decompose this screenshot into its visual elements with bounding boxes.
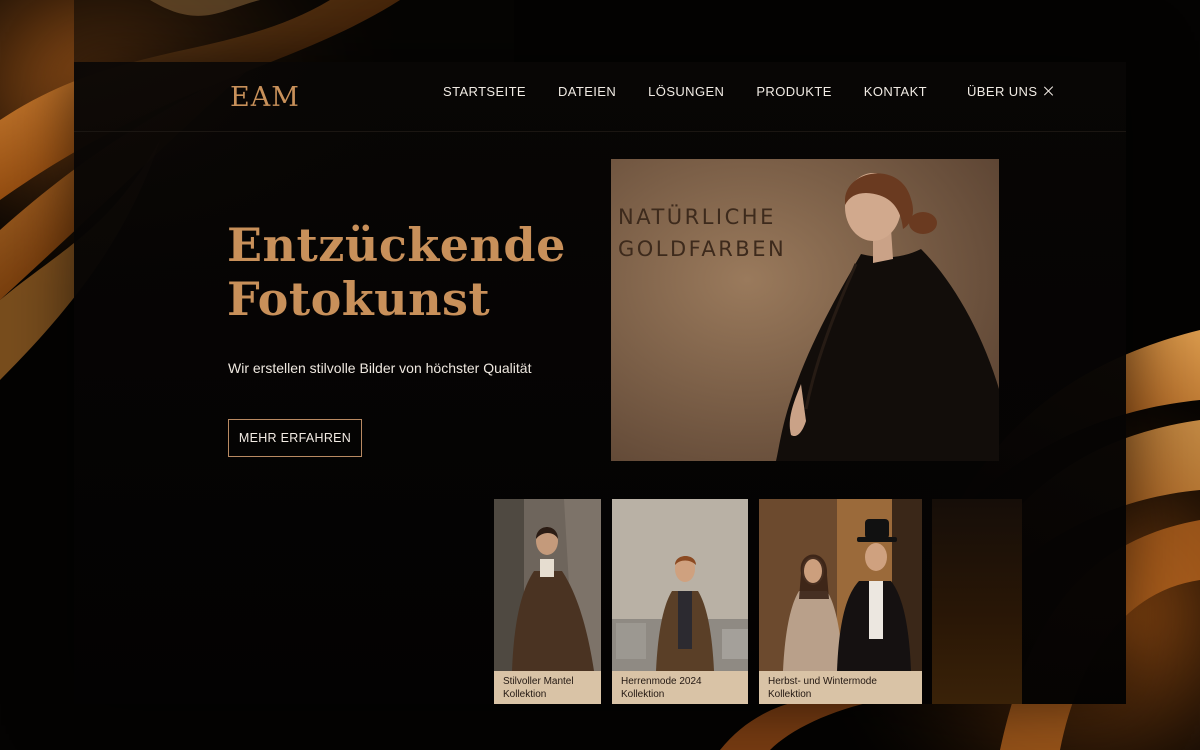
hero-subtitle: Wir erstellen stilvolle Bilder von höchs… (228, 360, 532, 376)
top-band (74, 0, 514, 62)
site-header: EAM STARTSEITE DATEIEN LÖSUNGEN PRODUKTE… (74, 62, 1126, 132)
nav-item-loesungen[interactable]: LÖSUNGEN (648, 84, 724, 99)
collection-label: Herbst- und Wintermode Kollektion (759, 671, 922, 704)
nav-item-ueber-uns[interactable]: ÜBER UNS (967, 84, 1054, 99)
feature-caption-line1: NATÜRLICHE (618, 205, 776, 229)
nav-item-ueber-uns-label: ÜBER UNS (967, 83, 1038, 99)
hero-title-line2: Fotokunst (227, 272, 491, 326)
nav-item-startseite[interactable]: STARTSEITE (443, 84, 526, 99)
collection-card-herbst-winter[interactable]: Herbst- und Wintermode Kollektion (759, 499, 922, 704)
collection-label: Herrenmode 2024 Kollektion (612, 671, 748, 704)
main-nav: STARTSEITE DATEIEN LÖSUNGEN PRODUKTE KON… (443, 82, 1054, 100)
close-icon[interactable] (1044, 86, 1054, 96)
hero-title-line1: Entzückende (227, 218, 566, 272)
more-info-button[interactable]: MEHR ERFAHREN (228, 419, 362, 457)
man-in-brown-jacket-photo (612, 499, 748, 671)
logo[interactable]: EAM (230, 82, 300, 113)
collection-label: Stilvoller Mantel Kollektion (494, 671, 601, 704)
nav-item-dateien[interactable]: DATEIEN (558, 84, 616, 99)
collection-subtitle: Kollektion (503, 689, 547, 700)
feature-caption-line2: GOLDFARBEN (618, 237, 787, 261)
page: EAM STARTSEITE DATEIEN LÖSUNGEN PRODUKTE… (0, 0, 1200, 750)
collection-card-partial (932, 499, 1022, 704)
nav-item-produkte[interactable]: PRODUKTE (756, 84, 831, 99)
couple-autumn-winter-photo (759, 499, 922, 671)
feature-image: NATÜRLICHE GOLDFARBEN (611, 159, 999, 461)
collection-title: Herbst- und Wintermode (768, 676, 877, 687)
collection-card-herrenmode[interactable]: Herrenmode 2024 Kollektion (612, 499, 748, 704)
collection-subtitle: Kollektion (621, 689, 665, 700)
woman-in-brown-coat-photo (494, 499, 601, 671)
collection-card-mantel[interactable]: Stilvoller Mantel Kollektion (494, 499, 601, 704)
feature-caption: NATÜRLICHE GOLDFARBEN (618, 201, 786, 265)
collection-title: Herrenmode 2024 (621, 676, 702, 687)
nav-item-kontakt[interactable]: KONTAKT (864, 84, 927, 99)
website-panel: EAM STARTSEITE DATEIEN LÖSUNGEN PRODUKTE… (74, 62, 1126, 704)
collection-title: Stilvoller Mantel (503, 676, 574, 687)
hero-title: Entzückende Fotokunst (227, 218, 587, 326)
collection-subtitle: Kollektion (768, 689, 812, 700)
